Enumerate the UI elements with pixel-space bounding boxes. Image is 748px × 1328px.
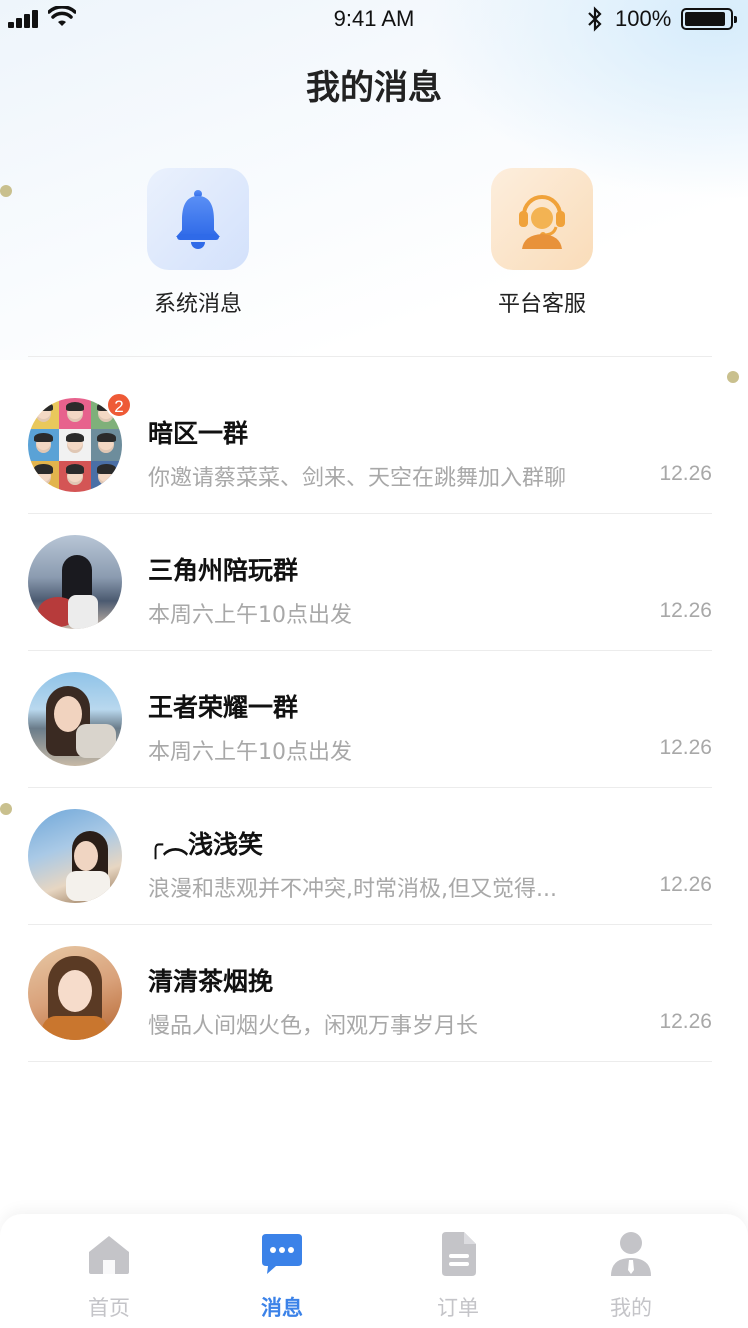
chat-preview: 你邀请蔡菜菜、剑来、天空在跳舞加入群聊 (148, 466, 567, 491)
chat-name: 清清茶烟挽 (148, 967, 274, 996)
chat-name: ╭︵浅浅笑 (148, 830, 264, 859)
platform-service-button[interactable]: 平台客服 (442, 168, 642, 318)
platform-service-label: 平台客服 (497, 292, 586, 317)
avatar (28, 672, 122, 766)
profile-icon (611, 1232, 651, 1276)
system-messages-button[interactable]: 系统消息 (98, 168, 298, 318)
chat-name: 暗区一群 (148, 419, 249, 448)
avatar (28, 809, 122, 903)
tab-label: 订单 (437, 1296, 479, 1320)
order-icon (442, 1232, 476, 1276)
chat-item-anqu-group[interactable]: 2 暗区一群 你邀请蔡菜菜、剑来、天空在跳舞加入群聊 12.26 (28, 376, 712, 513)
chat-name: 三角州陪玩群 (148, 556, 299, 585)
tab-label: 消息 (261, 1296, 303, 1320)
chat-preview: 本周六上午10点出发 (148, 603, 352, 628)
tab-orders[interactable]: 订单 (403, 1230, 513, 1322)
decorative-dot (727, 371, 739, 383)
system-messages-label: 系统消息 (153, 292, 242, 317)
tab-label: 首页 (88, 1296, 130, 1320)
chat-time: 12.26 (659, 873, 712, 896)
battery-percent: 100% (615, 6, 672, 31)
battery-icon (681, 8, 737, 30)
page-title: 我的消息 (306, 68, 442, 108)
bottom-tab-bar: 首页 消息 订单 我的 (0, 1214, 748, 1328)
chat-item-qianqianxiao[interactable]: ╭︵浅浅笑 浪漫和悲观并不冲突,时常消极,但又觉得... 12.26 (28, 787, 712, 924)
chat-time: 12.26 (659, 599, 712, 622)
chat-preview: 慢品人间烟火色，闲观万事岁月长 (148, 1014, 479, 1039)
chat-item-wangzhe-group[interactable]: 王者荣耀一群 本周六上午10点出发 12.26 (28, 650, 712, 787)
customer-service-icon (491, 168, 593, 270)
bell-icon (147, 168, 249, 270)
chat-name: 王者荣耀一群 (148, 693, 299, 722)
chat-time: 12.26 (659, 736, 712, 759)
tab-label: 我的 (610, 1296, 652, 1320)
home-icon (89, 1236, 129, 1274)
tab-messages[interactable]: 消息 (227, 1230, 337, 1322)
divider (28, 356, 712, 357)
chat-time: 12.26 (659, 1010, 712, 1033)
status-bar: 9:41 AM 100% (0, 0, 748, 38)
chat-item-sanjiaozhou-group[interactable]: 三角州陪玩群 本周六上午10点出发 12.26 (28, 513, 712, 650)
decorative-dot (0, 803, 12, 815)
decorative-dot (0, 185, 12, 197)
chat-preview: 本周六上午10点出发 (148, 740, 352, 765)
chat-item-qingqing[interactable]: 清清茶烟挽 慢品人间烟火色，闲观万事岁月长 12.26 (28, 924, 712, 1061)
tab-profile[interactable]: 我的 (576, 1230, 686, 1322)
tab-home[interactable]: 首页 (54, 1230, 164, 1322)
chat-time: 12.26 (659, 462, 712, 485)
divider (28, 1061, 712, 1062)
avatar (28, 946, 122, 1040)
avatar (28, 535, 122, 629)
message-icon (262, 1234, 302, 1274)
bluetooth-icon (588, 6, 602, 32)
chat-preview: 浪漫和悲观并不冲突,时常消极,但又觉得... (148, 877, 557, 902)
